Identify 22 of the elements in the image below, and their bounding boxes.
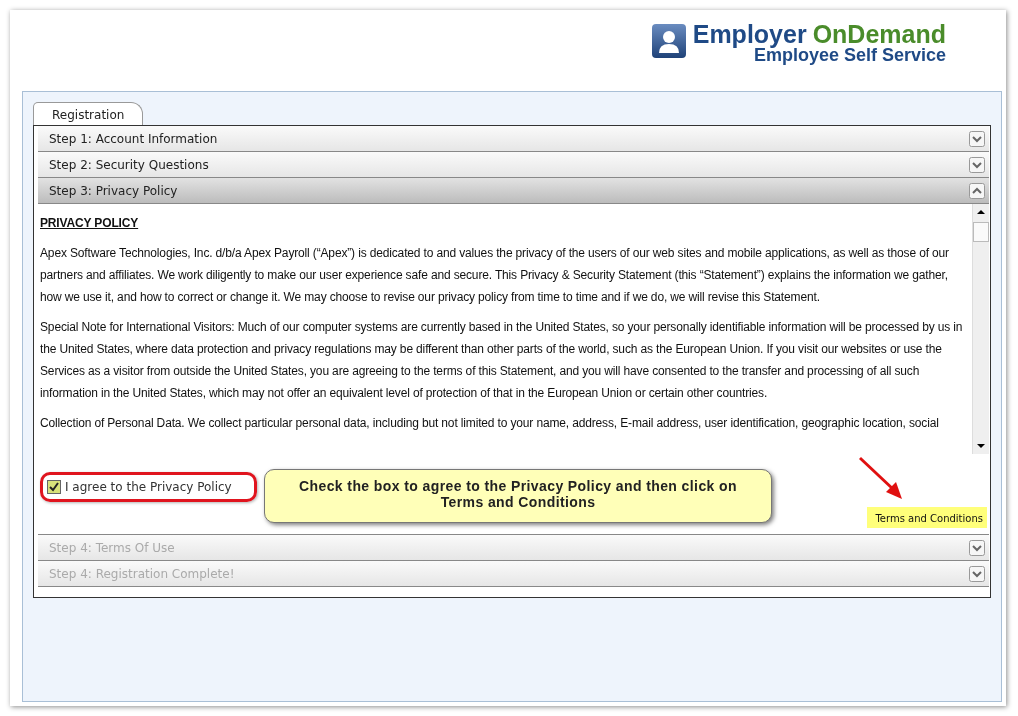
checkbox[interactable]: [47, 480, 61, 494]
checkbox-label[interactable]: I agree to the Privacy Policy: [65, 480, 232, 494]
policy-paragraph: Collection of Personal Data. We collect particular personal data, including but not limited to your name, address, E-mail address, user identification, geographic location, social: [40, 415, 940, 432]
step-header[interactable]: Step 1: Account Information: [38, 126, 989, 152]
expand-icon: [969, 565, 985, 582]
policy-paragraph: Special Note for International Visitors: Much of our computer systems are currently based in the United States, so your personally identifiable information will be processed by us in the United States, where data protection and privacy regulations may be different than other parts of the world, such as the European Union. If you visit our websites or use the Services as a visitor from outside the United States, you are agreeing to the terms of this Statement, and you will have consented to the transfer and processing of all such information in the United States, which may not offer an equivalent level of protection of that in the European Union or certain other countries.: [40, 319, 964, 402]
expand-icon: [969, 156, 985, 173]
logo-text: OnDemand: [812, 20, 946, 48]
policy-heading: PRIVACY POLICY: [40, 215, 140, 232]
expand-icon: [969, 130, 985, 147]
collapse-icon: [969, 182, 985, 199]
policy-paragraph: Apex Software Technologies, Inc. d/b/a Apex Payroll (“Apex”) is dedicated to and values the privacy of the users of our web sites and mobile applications, as well as those of our partners and affiliates. We work diligently to make our user experience safe and secure. This Privacy & Security Statement (this “Statement”) explains the information we gather, how we use it, and how to correct or change it. We may choose to revise our privacy policy from time to time and if we do, we will revise this Statement.: [40, 245, 950, 306]
tab[interactable]: Registration: [33, 102, 144, 125]
logo-text: Employer: [692, 20, 807, 48]
scroll-thumb[interactable]: [973, 222, 989, 242]
terms-link[interactable]: Terms and Conditions: [867, 507, 987, 528]
scrollbar[interactable]: [972, 204, 989, 454]
step-header[interactable]: Step 2: Security Questions: [38, 152, 989, 178]
expand-icon: [969, 539, 985, 556]
callout-note: Check the box to agree to the Privacy Policy and then click on Terms and Conditions: [264, 469, 772, 523]
person-icon: [650, 23, 687, 59]
step-header[interactable]: Step 3: Privacy Policy: [38, 178, 989, 204]
